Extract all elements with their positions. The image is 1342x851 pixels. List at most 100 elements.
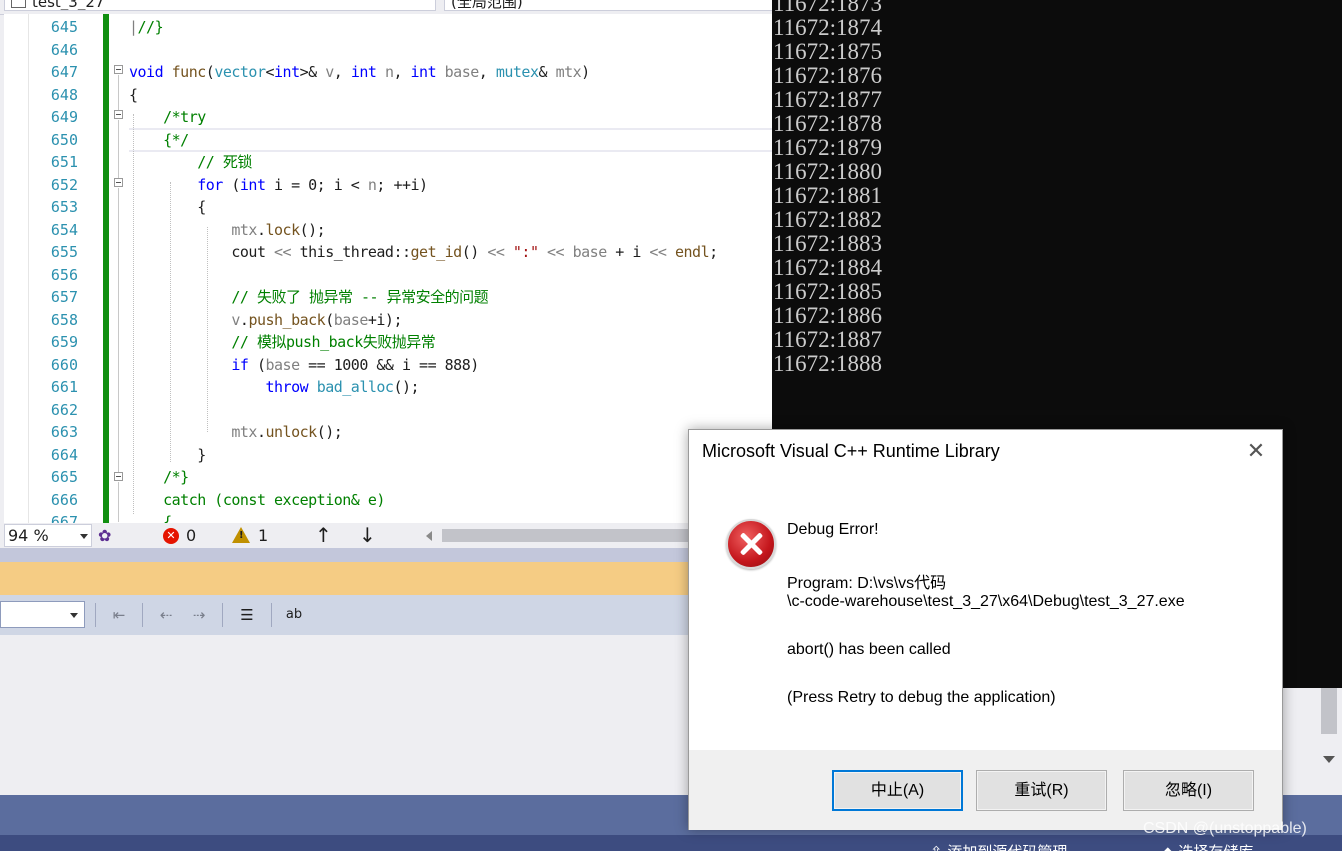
code-text: throw bad_alloc(); bbox=[265, 378, 420, 396]
code-line[interactable]: 657 // 失败了 抛异常 -- 异常安全的问题 bbox=[4, 286, 772, 308]
warning-count[interactable]: 1 bbox=[258, 523, 268, 548]
ignore-button[interactable]: 忽略(I) bbox=[1123, 770, 1254, 811]
horizontal-scrollbar-thumb[interactable] bbox=[442, 529, 692, 542]
file-scope-label: test_3_27 bbox=[32, 0, 105, 11]
clear-all-icon[interactable]: ☰ bbox=[236, 604, 258, 626]
retry-button[interactable]: 重试(R) bbox=[976, 770, 1107, 811]
error-count[interactable]: 0 bbox=[186, 523, 196, 548]
code-line[interactable]: 651 // 死锁 bbox=[4, 151, 772, 173]
previous-issue-button[interactable]: ↑ bbox=[315, 523, 332, 548]
line-number: 661 bbox=[50, 378, 78, 396]
output-source-dropdown[interactable] bbox=[0, 601, 85, 628]
add-to-source-control-button[interactable]: ⇧ 添加到源代码管理 bbox=[930, 841, 1067, 851]
fold-line bbox=[118, 188, 119, 473]
code-line[interactable]: 661 throw bad_alloc(); bbox=[4, 376, 772, 398]
fold-line bbox=[118, 120, 119, 178]
fold-toggle[interactable] bbox=[114, 472, 123, 481]
vertical-scrollbar-thumb[interactable] bbox=[1321, 688, 1337, 734]
toolbar-divider bbox=[271, 603, 272, 627]
code-line[interactable]: 663 mtx.unlock(); bbox=[4, 421, 772, 443]
next-issue-button[interactable]: ↓ bbox=[359, 523, 376, 548]
member-scope-dropdown[interactable]: (全局范围) bbox=[444, 0, 772, 11]
abort-button[interactable]: 中止(A) bbox=[832, 770, 963, 811]
code-line[interactable]: 666 catch (const exception& e) bbox=[4, 489, 772, 511]
console-line: 11672:1887 bbox=[773, 327, 883, 352]
console-line: 11672:1882 bbox=[773, 207, 883, 232]
line-number: 647 bbox=[50, 63, 78, 81]
program-path-line1: Program: D:\vs\vs代码 bbox=[787, 575, 947, 592]
code-editor[interactable]: 645 |//} 646 647 void func(vector<int>& v, i… bbox=[4, 14, 772, 523]
code-text: // 死锁 bbox=[197, 153, 252, 171]
console-line: 11672:1880 bbox=[773, 159, 883, 184]
code-line[interactable]: 658 v.push_back(base+i); bbox=[4, 309, 772, 331]
line-number: 654 bbox=[50, 220, 78, 239]
line-number: 663 bbox=[50, 423, 78, 441]
runtime-error-dialog: Microsoft Visual C++ Runtime Library ✕ D… bbox=[688, 429, 1283, 830]
console-line: 11672:1888 bbox=[773, 351, 883, 376]
code-line[interactable]: 662 bbox=[4, 399, 772, 421]
ide-status-bar: ⇧ 添加到源代码管理 ◆ 选择存储库 bbox=[0, 835, 1342, 851]
line-number: 649 bbox=[50, 108, 78, 126]
console-line: 11672:1879 bbox=[773, 135, 883, 160]
line-number: 660 bbox=[50, 355, 78, 374]
chevron-down-icon bbox=[80, 534, 88, 539]
fold-toggle[interactable] bbox=[114, 65, 123, 74]
code-line[interactable]: 650 {*/ bbox=[4, 129, 772, 151]
code-text: { bbox=[129, 198, 206, 216]
console-line: 11672:1877 bbox=[773, 87, 883, 112]
previous-message-icon[interactable]: ⇠ bbox=[155, 604, 177, 626]
toolbar-divider bbox=[142, 603, 143, 627]
add-source-label: 添加到源代码管理 bbox=[947, 843, 1067, 851]
zoom-dropdown[interactable]: 94 % bbox=[4, 524, 92, 547]
line-number: 659 bbox=[50, 333, 78, 351]
console-line: 11672:1876 bbox=[773, 63, 883, 88]
code-text: /*} bbox=[163, 468, 189, 486]
code-line[interactable]: 653 { bbox=[4, 196, 772, 218]
line-number: 655 bbox=[50, 243, 78, 261]
next-message-icon[interactable]: ⇢ bbox=[188, 604, 210, 626]
indent-guide bbox=[170, 182, 171, 462]
fold-toggle[interactable] bbox=[114, 110, 123, 119]
code-text: // 失败了 抛异常 -- 异常安全的问题 bbox=[231, 288, 489, 306]
line-number: 652 bbox=[50, 175, 78, 194]
dialog-titlebar[interactable]: Microsoft Visual C++ Runtime Library ✕ bbox=[689, 430, 1282, 474]
find-message-icon[interactable]: ⇤ bbox=[108, 604, 130, 626]
fold-line bbox=[118, 482, 119, 522]
error-circle-icon[interactable]: ✕ bbox=[163, 528, 179, 544]
fold-line bbox=[118, 75, 119, 115]
console-line: 11672:1873 bbox=[773, 0, 883, 16]
code-text: // 模拟push_back失败抛异常 bbox=[231, 333, 436, 351]
scroll-left-arrow-icon[interactable] bbox=[426, 531, 432, 541]
code-line[interactable]: 645 |//} bbox=[4, 16, 772, 38]
fold-toggle[interactable] bbox=[114, 178, 123, 187]
retry-hint: (Press Retry to debug the application) bbox=[787, 689, 1056, 706]
word-wrap-icon[interactable]: ab bbox=[283, 604, 305, 626]
zoom-value: 94 % bbox=[8, 526, 49, 545]
close-icon[interactable]: ✕ bbox=[1242, 438, 1270, 466]
warning-triangle-icon[interactable]: ! bbox=[232, 527, 250, 543]
code-line[interactable]: 656 bbox=[4, 264, 772, 286]
code-line[interactable]: 667 { bbox=[4, 511, 772, 523]
code-text: |//} bbox=[129, 18, 164, 36]
editor-navigation-bar: test_3_27 (全局范围) bbox=[0, 0, 772, 15]
code-line[interactable]: 654 mtx.lock(); bbox=[4, 219, 772, 241]
code-line[interactable]: 659 // 模拟push_back失败抛异常 bbox=[4, 331, 772, 353]
toolbar-divider bbox=[95, 603, 96, 627]
console-line: 11672:1874 bbox=[773, 15, 883, 40]
code-text: } bbox=[129, 445, 206, 464]
line-number: 666 bbox=[50, 490, 78, 509]
line-number: 648 bbox=[50, 85, 78, 104]
console-line: 11672:1881 bbox=[773, 183, 883, 208]
editor-status-strip: 94 % ✿ ✕ 0 ! 1 ↑ ↓ bbox=[0, 523, 772, 548]
code-line[interactable]: 660 if (base == 1000 && i == 888) bbox=[4, 354, 772, 376]
scroll-down-arrow-icon[interactable] bbox=[1323, 756, 1335, 763]
code-text: void func(vector<int>& v, int n, int bas… bbox=[129, 63, 590, 81]
code-line[interactable]: 655 cout << this_thread::get_id() << ":"… bbox=[4, 241, 772, 263]
file-scope-dropdown[interactable]: test_3_27 bbox=[4, 0, 436, 11]
intellicode-icon[interactable]: ✿ bbox=[98, 523, 111, 548]
code-line[interactable]: 648 { bbox=[4, 84, 772, 106]
code-line[interactable]: 646 bbox=[4, 39, 772, 61]
select-repository-button[interactable]: ◆ 选择存储库 bbox=[1162, 841, 1253, 851]
indent-guide bbox=[133, 114, 134, 514]
code-line[interactable]: 664 } bbox=[4, 444, 772, 466]
